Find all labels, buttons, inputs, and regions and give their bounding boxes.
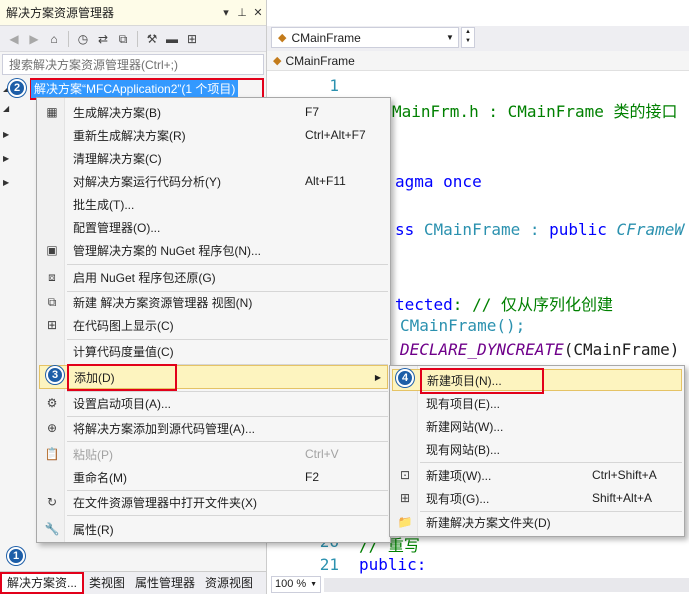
member-bar-label: CMainFrame: [285, 53, 355, 68]
toolbar-separator: [68, 30, 69, 47]
preview-icon[interactable]: ▬: [164, 31, 180, 47]
nuget-restore-icon: ⧈: [48, 269, 56, 284]
history-icon[interactable]: ◷: [75, 31, 91, 47]
solution-context-menu: ▦ 生成解决方案(B) F7 重新生成解决方案(R) Ctrl+Alt+F7 清理解决…: [36, 97, 391, 543]
navigation-bar: ◆ CMainFrame ▼ ▲ ▼: [267, 26, 689, 51]
submenu-item-new-item[interactable]: ⊡ 新建项(W)... Ctrl+Shift+A: [392, 464, 682, 486]
class-dropdown[interactable]: ◆ CMainFrame ▼: [271, 27, 459, 48]
code-map-icon: ⊞: [46, 318, 58, 332]
tab-property-manager[interactable]: 属性管理器: [130, 572, 200, 594]
code-line: MainFrm.h : CMainFrame 类的接口: [392, 102, 678, 121]
menu-item-add-to-source-control[interactable]: ⊕ 将解决方案添加到源代码管理(A)...: [39, 417, 388, 439]
menu-item-nuget-restore[interactable]: ⧈ 启用 NuGet 程序包还原(G): [39, 266, 388, 288]
split-toggle[interactable]: ▲ ▼: [461, 27, 475, 48]
menu-separator: [67, 264, 388, 265]
class-icon: ◆: [273, 55, 282, 67]
expand-arrow-icon[interactable]: ▶: [3, 130, 9, 139]
code-line: public:: [359, 555, 427, 574]
solution-explorer-title: 解决方案资源管理器: [6, 6, 115, 20]
expand-arrow-icon[interactable]: ▶: [3, 178, 9, 187]
build-icon: ▦: [46, 105, 58, 119]
zoom-dropdown[interactable]: 100 % ▼: [271, 576, 321, 593]
panel-tabs: 解决方案资... 类视图 属性管理器 资源视图: [0, 571, 266, 594]
class-diagram-icon[interactable]: ⊞: [184, 31, 200, 47]
submenu-item-existing-website[interactable]: 现有网站(B)...: [392, 438, 682, 460]
paste-icon: 📋: [44, 447, 60, 461]
solution-node[interactable]: 解决方案“MFCApplication2”(1 个项目): [31, 80, 239, 98]
pin-icon[interactable]: ⊥: [234, 6, 250, 19]
solution-explorer-title-bar: 解决方案资源管理器 ▾ ⊥ ✕: [0, 0, 266, 26]
collapse-all-icon[interactable]: ⧉: [115, 31, 131, 47]
menu-item-set-startup-project[interactable]: ⚙ 设置启动项目(A)...: [39, 392, 388, 414]
chevron-down-icon: ▼: [446, 33, 454, 42]
existing-item-icon: ⊞: [399, 491, 411, 505]
code-line: agma once: [395, 172, 482, 191]
dropdown-arrow-icon[interactable]: ▾: [218, 6, 234, 19]
toolbar-separator: [137, 30, 138, 47]
expand-arrow-icon[interactable]: ◢: [3, 104, 9, 113]
tab-resource-view[interactable]: 资源视图: [200, 572, 258, 594]
menu-item-batch-build[interactable]: 批生成(T)...: [39, 193, 388, 215]
search-input[interactable]: [9, 57, 257, 72]
step-badge-4: 4: [396, 369, 414, 387]
member-bar: ◆ CMainFrame: [267, 51, 689, 71]
gear-icon: ⚙: [46, 396, 58, 410]
menu-item-show-on-code-map[interactable]: ⊞ 在代码图上显示(C): [39, 314, 388, 336]
menu-separator: [420, 462, 682, 463]
menu-item-paste: 📋 粘贴(P) Ctrl+V: [39, 443, 388, 465]
menu-item-rebuild-solution[interactable]: 重新生成解决方案(R) Ctrl+Alt+F7: [39, 124, 388, 146]
properties-wrench-icon[interactable]: ⚒: [144, 31, 160, 47]
menu-item-code-metrics[interactable]: 计算代码度量值(C): [39, 340, 388, 362]
tab-class-view[interactable]: 类视图: [84, 572, 130, 594]
code-line: CMainFrame();: [400, 316, 526, 335]
solution-explorer-toolbar: ◀ ▶ ⌂ ◷ ⇄ ⧉ ⚒ ▬ ⊞: [0, 26, 266, 52]
step-badge-3: 3: [46, 366, 64, 384]
back-icon[interactable]: ◀: [6, 31, 22, 47]
nuget-icon: ▣: [46, 243, 58, 257]
menu-item-new-explorer-view[interactable]: ⧉ 新建 解决方案资源管理器 视图(N): [39, 291, 388, 313]
refresh-arrow-icon: ↻: [46, 495, 58, 509]
menu-item-configuration-manager[interactable]: 配置管理器(O)...: [39, 216, 388, 238]
submenu-item-new-solution-folder[interactable]: 📁 新建解决方案文件夹(D): [392, 511, 682, 533]
horizontal-scrollbar[interactable]: [324, 578, 689, 592]
forward-icon[interactable]: ▶: [26, 31, 42, 47]
submenu-item-new-website[interactable]: 新建网站(W)...: [392, 415, 682, 437]
menu-separator: [67, 515, 388, 516]
submenu-item-existing-item[interactable]: ⊞ 现有项(G)... Shift+Alt+A: [392, 487, 682, 509]
submenu-arrow-icon: ▶: [374, 372, 381, 382]
code-line: tected: // 仅从序列化创建: [395, 295, 613, 314]
new-view-icon: ⧉: [47, 294, 57, 309]
chevron-down-icon: ▼: [310, 581, 317, 588]
step-badge-2: 2: [8, 79, 26, 97]
add-submenu: 新建项目(N)... 现有项目(E)... 新建网站(W)... 现有网站(B)…: [389, 365, 685, 537]
submenu-item-existing-project[interactable]: 现有项目(E)...: [392, 392, 682, 414]
wrench-icon: 🔧: [44, 522, 60, 536]
menu-item-rename[interactable]: 重命名(M) F2: [39, 466, 388, 488]
folder-icon: 📁: [397, 515, 413, 529]
menu-item-manage-nuget[interactable]: ▣ 管理解决方案的 NuGet 程序包(N)...: [39, 239, 388, 261]
menu-item-code-analysis[interactable]: 对解决方案运行代码分析(Y) Alt+F11: [39, 170, 388, 192]
new-item-icon: ⊡: [399, 468, 411, 482]
new-project-highlight-box: [420, 368, 544, 394]
solution-explorer-search[interactable]: [2, 54, 264, 75]
code-line: ss CMainFrame : public CFrameW: [395, 220, 684, 239]
menu-separator: [67, 441, 388, 442]
menu-item-clean-solution[interactable]: 清理解决方案(C): [39, 147, 388, 169]
class-icon: ◆: [278, 32, 287, 44]
source-control-icon: ⊕: [46, 421, 58, 435]
close-icon[interactable]: ✕: [250, 6, 266, 19]
expand-arrow-icon[interactable]: ▶: [3, 154, 9, 163]
tab-solution-explorer[interactable]: 解决方案资...: [0, 572, 85, 594]
menu-item-open-in-explorer[interactable]: ↻ 在文件资源管理器中打开文件夹(X): [39, 491, 388, 513]
code-line: DECLARE_DYNCREATE(CMainFrame): [400, 340, 680, 359]
add-highlight-box: [67, 364, 177, 391]
menu-item-properties[interactable]: 🔧 属性(R): [39, 518, 388, 540]
home-icon[interactable]: ⌂: [46, 31, 62, 47]
step-badge-1: 1: [7, 547, 25, 565]
menu-item-build-solution[interactable]: ▦ 生成解决方案(B) F7: [39, 101, 388, 123]
sync-icon[interactable]: ⇄: [95, 31, 111, 47]
